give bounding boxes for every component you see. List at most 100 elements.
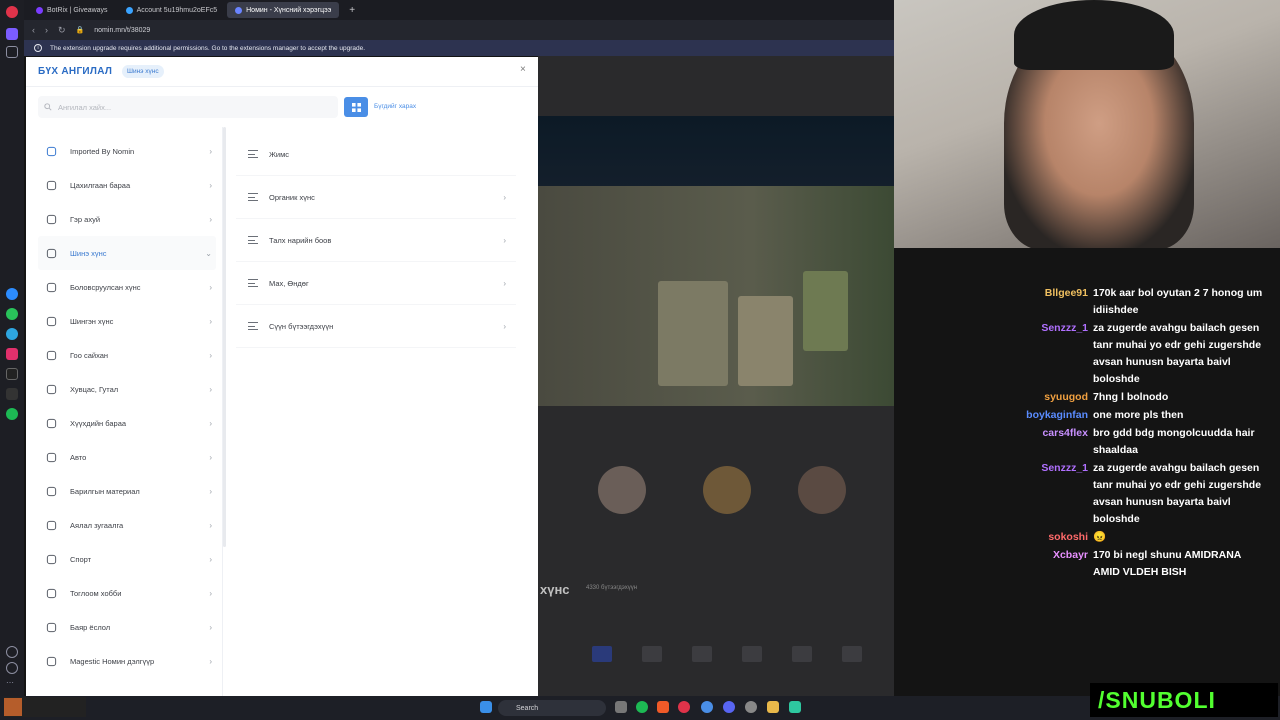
brand-logo — [842, 646, 862, 662]
forward-icon[interactable]: › — [45, 25, 48, 35]
whatsapp-icon[interactable] — [6, 308, 18, 320]
taskbar-search[interactable]: Search — [498, 700, 606, 716]
heart-icon[interactable] — [6, 646, 18, 658]
tab-label: BotRix | Giveaways — [47, 6, 108, 14]
view-all-link[interactable]: Бүгдийг харах — [374, 103, 416, 110]
subcategory-item[interactable]: Жимс — [236, 133, 516, 176]
chat-text: 7hng l bolnodo — [1093, 391, 1169, 403]
chevron-right-icon: › — [209, 350, 212, 360]
streamer-brand-overlay: /SNUBOLI — [1090, 683, 1278, 717]
reload-icon[interactable]: ↻ — [58, 25, 66, 36]
bottle-icon — [44, 314, 58, 328]
notice-text: The extension upgrade requires additiona… — [50, 44, 366, 52]
chat-username: Senzzz_1 — [1041, 462, 1088, 474]
scrollbar[interactable] — [223, 127, 226, 547]
close-icon[interactable]: × — [520, 64, 526, 75]
tab-botrix[interactable]: BotRix | Giveaways — [28, 2, 116, 18]
chevron-right-icon: › — [209, 418, 212, 428]
lock-icon: 🔒 — [75, 27, 85, 34]
app-icon[interactable] — [789, 701, 801, 713]
chevron-right-icon: › — [209, 282, 212, 292]
chat-username: cars4flex — [1042, 427, 1088, 439]
discord-icon[interactable] — [723, 701, 735, 713]
file-icon[interactable] — [615, 701, 627, 713]
category-item[interactable]: Magestic Номин дэлгүүр › — [38, 644, 216, 678]
opera-icon[interactable] — [678, 701, 690, 713]
x-icon[interactable] — [6, 388, 18, 400]
url-field[interactable]: nomin.mn/t/38029 — [94, 27, 150, 34]
opera-logo-icon[interactable] — [6, 6, 18, 18]
settings-icon[interactable] — [745, 701, 757, 713]
subcategory-label: Жимс — [269, 149, 290, 159]
tiktok-icon[interactable] — [6, 368, 18, 380]
ball-icon — [44, 552, 58, 566]
tab-account[interactable]: Account 5u19hmu2oEFc5 — [118, 2, 226, 18]
category-item[interactable]: Гэр ахуй › — [38, 202, 216, 236]
category-item[interactable]: Авто › — [38, 440, 216, 474]
subcategory-item[interactable]: Органик хүнс › — [236, 176, 516, 219]
view-all-button[interactable] — [344, 97, 368, 117]
brave-icon[interactable] — [657, 701, 669, 713]
extension-notice: i The extension upgrade requires additio… — [24, 40, 894, 56]
category-search[interactable] — [38, 96, 338, 118]
category-item[interactable]: Хүүхдийн бараа › — [38, 406, 216, 440]
subcategory-item[interactable]: Сүүн бүтээгдэхүүн › — [236, 305, 516, 348]
home-icon[interactable] — [6, 28, 18, 40]
category-item[interactable]: Боловсруулсан хүнс › — [38, 270, 216, 304]
webcam-feed — [894, 0, 1280, 248]
product-image — [738, 296, 793, 386]
category-item[interactable]: Шингэн хүнс › — [38, 304, 216, 338]
more-icon[interactable]: ⋯ — [6, 678, 18, 690]
bookmarks-icon[interactable] — [6, 46, 18, 58]
category-label: Imported By Nomin — [70, 146, 135, 156]
category-label: Цахилгаан бараа — [70, 180, 131, 190]
category-item[interactable]: Тоглоом хобби › — [38, 576, 216, 610]
subcategory-label: Органик хүнс — [269, 192, 315, 202]
spotify-icon[interactable] — [6, 408, 18, 420]
category-label: Барилгын материал — [70, 486, 140, 496]
category-item[interactable]: Гоо сайхан › — [38, 338, 216, 372]
category-item[interactable]: Баяр ёслол › — [38, 610, 216, 644]
category-item[interactable]: Шинэ хүнс ⌄ — [38, 236, 216, 270]
subcategory-item[interactable]: Мах, Өндөг › — [236, 262, 516, 305]
chat-text: 170 bi negl shunu AMIDRANA AMID VLDEH BI… — [1093, 549, 1241, 578]
category-label: Шингэн хүнс — [70, 316, 114, 326]
messenger-icon[interactable] — [6, 288, 18, 300]
instagram-icon[interactable] — [6, 348, 18, 360]
search-input[interactable] — [58, 102, 328, 112]
chrome-icon[interactable] — [701, 701, 713, 713]
chat-message: sokoshi 😠 — [1025, 529, 1275, 546]
chevron-right-icon: › — [209, 656, 212, 666]
telegram-icon[interactable] — [6, 328, 18, 340]
grid-icon — [351, 102, 361, 112]
cap — [1014, 0, 1174, 70]
new-tab-button[interactable]: + — [341, 2, 363, 18]
spotify-icon[interactable] — [636, 701, 648, 713]
category-item[interactable]: Спорт › — [38, 542, 216, 576]
category-item[interactable]: Imported By Nomin › — [38, 134, 216, 168]
screen: ⋯ BotRix | Giveaways Account 5u19hmu2oEF… — [0, 0, 1280, 720]
selected-category-chip[interactable]: Шинэ хүнс — [122, 65, 164, 78]
subcategory-label: Талх нарийн боов — [269, 235, 332, 245]
tab-favicon-icon — [36, 6, 43, 14]
category-item[interactable]: Аялал зугаалга › — [38, 508, 216, 542]
category-label: Боловсруулсан хүнс — [70, 282, 141, 292]
monitor-icon — [44, 178, 58, 192]
history-icon[interactable] — [6, 662, 18, 674]
category-thumbnail — [798, 466, 846, 514]
category-item[interactable]: Цахилгаан бараа › — [38, 168, 216, 202]
subcategory-item[interactable]: Талх нарийн боов › — [236, 219, 516, 262]
chat-text: za zugerde avahgu bailach gesen tanr muh… — [1093, 462, 1262, 525]
chat-message: Bllgee91 170k aar bol oyutan 2 7 honog um… — [1025, 285, 1275, 319]
back-icon[interactable]: ‹ — [32, 25, 35, 35]
chevron-right-icon: › — [503, 278, 506, 288]
category-item[interactable]: Хувцас, Гутал › — [38, 372, 216, 406]
home-icon — [44, 212, 58, 226]
chat-username: Xcbayr — [1052, 549, 1088, 561]
chat-text: bro gdd bdg mongolcuudda hair shaaldaa — [1093, 427, 1255, 456]
category-item[interactable]: Барилгын материал › — [38, 474, 216, 508]
windows-start-icon[interactable] — [480, 701, 492, 713]
tab-nomin[interactable]: Номин - Хүнсний хэрэгцээ — [227, 2, 340, 18]
folder-icon[interactable] — [767, 701, 779, 713]
chevron-right-icon: › — [209, 316, 212, 326]
